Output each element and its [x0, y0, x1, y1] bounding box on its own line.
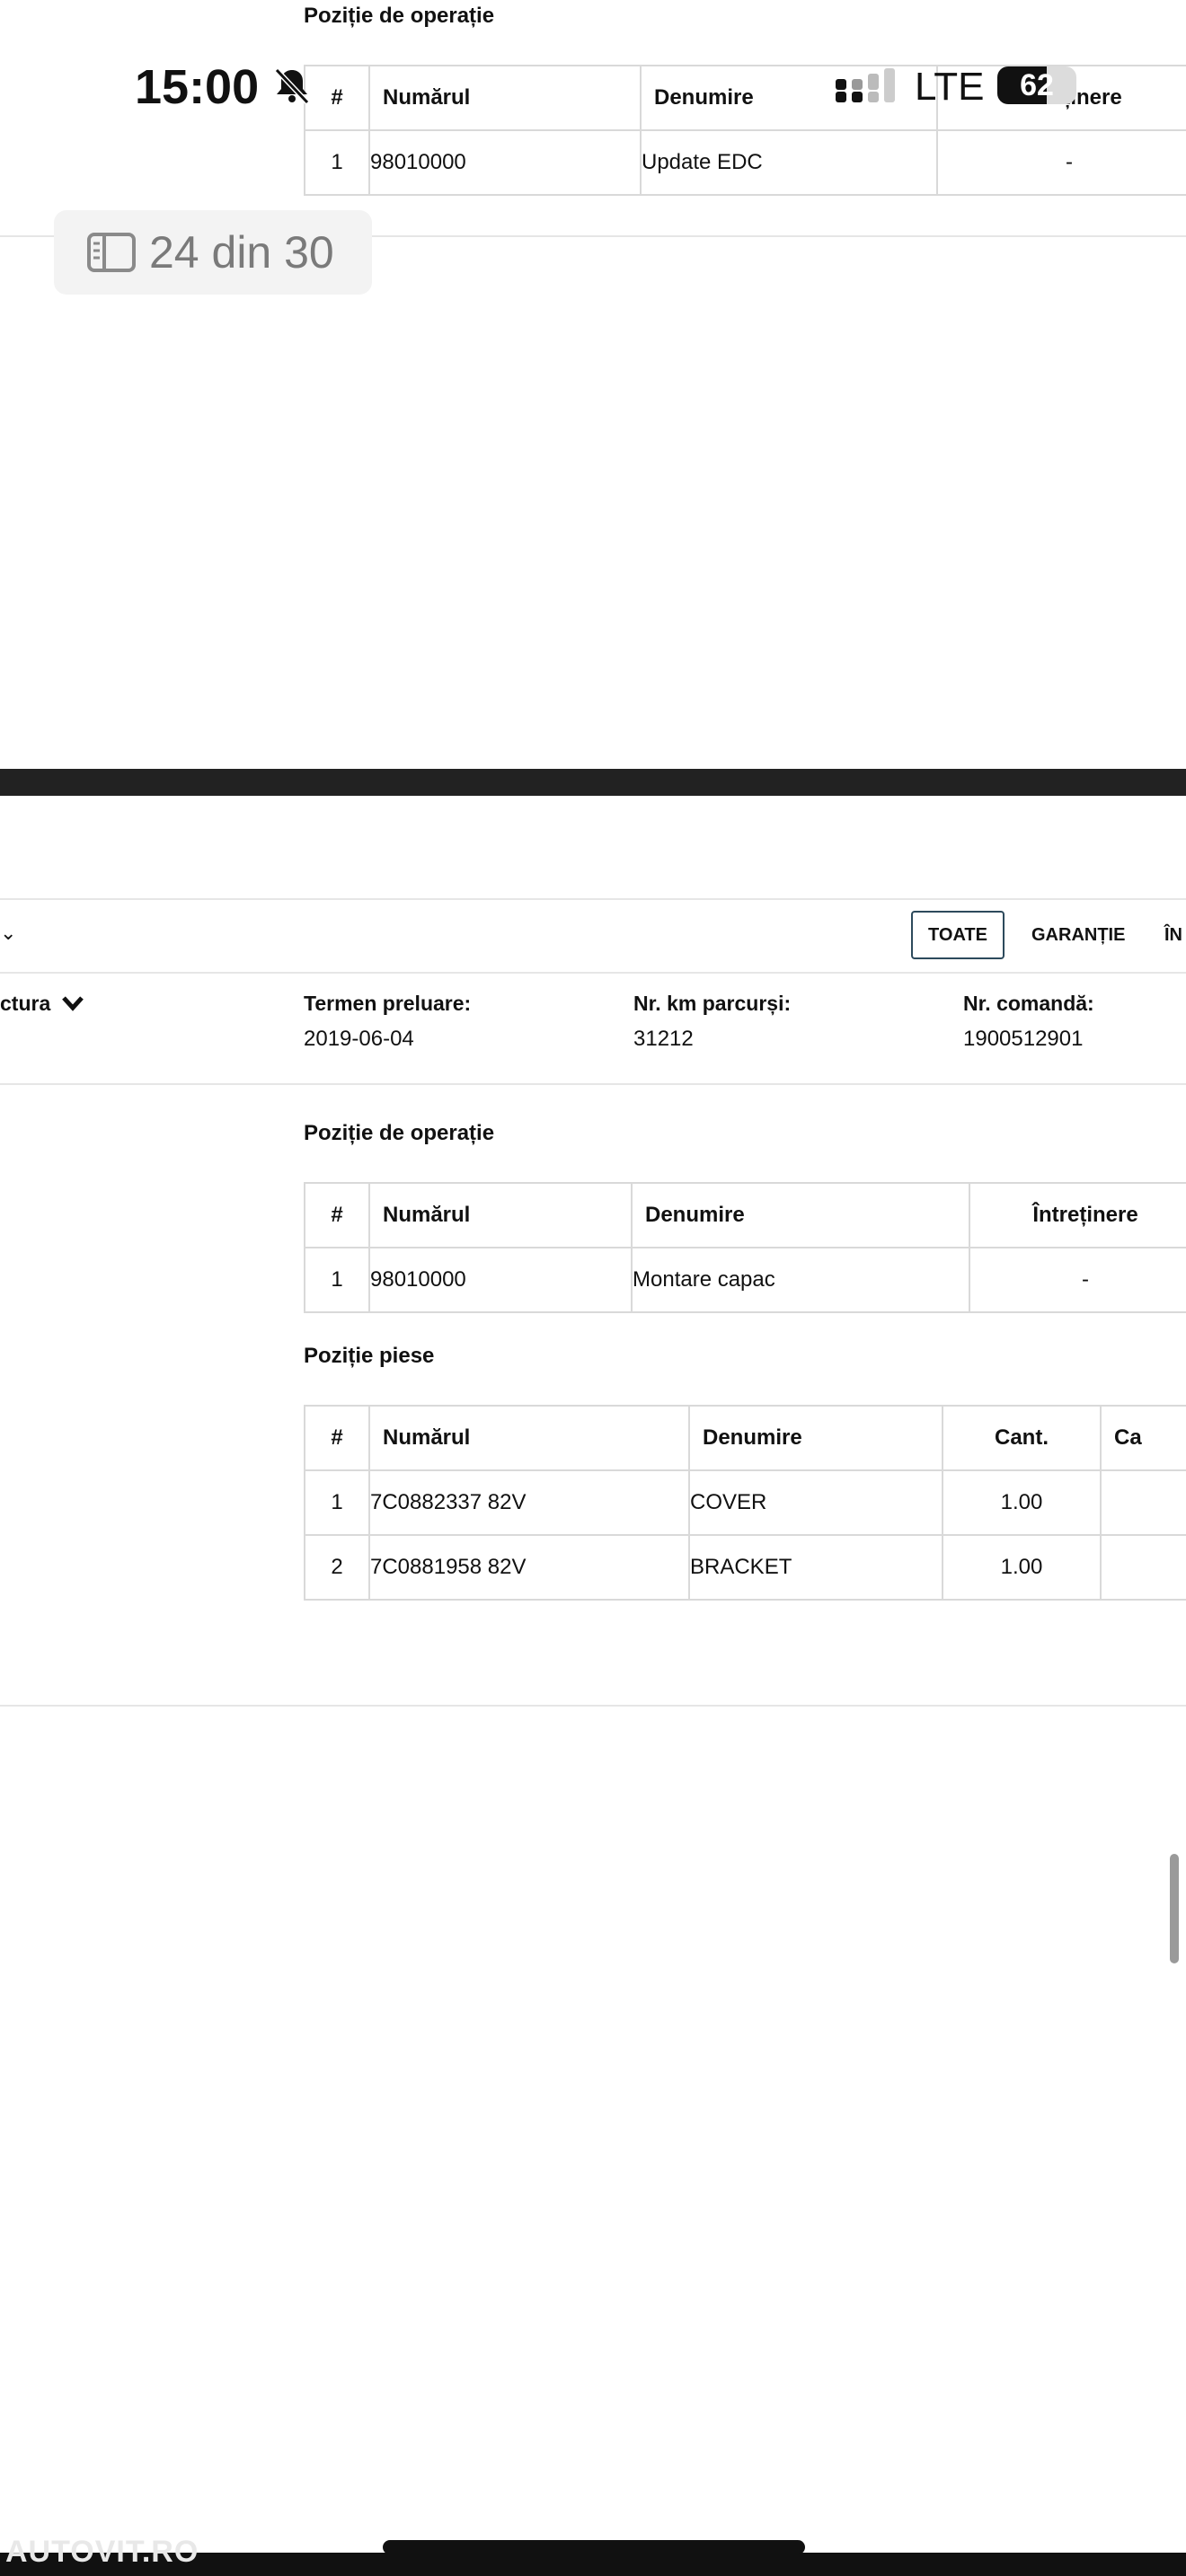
scrollbar-thumb[interactable] — [1170, 1854, 1179, 1963]
table-cell: 7C0881958 82V — [368, 1534, 690, 1601]
table-cell: 1.00 — [942, 1469, 1102, 1536]
photo-counter-label: 24 din 30 — [149, 227, 334, 278]
table-row: 1 98010000 Montare capac - — [304, 1247, 1186, 1313]
divider — [0, 1705, 1186, 1707]
meta-label: Nr. km parcurși: — [633, 992, 792, 1015]
table-cell: 1.00 — [942, 1534, 1102, 1601]
table-cell: 1 — [304, 129, 370, 196]
operations-title: Poziție de operație — [304, 1121, 495, 1145]
table-cell: 7C0882337 82V — [368, 1469, 690, 1536]
meta-km: Nr. km parcurși: 31212 — [633, 992, 791, 1052]
divider — [0, 972, 1186, 974]
meta-pickup-date: Termen preluare: 2019-06-04 — [304, 992, 471, 1052]
table-cell: 98010000 — [368, 1247, 633, 1313]
column-header: # — [304, 65, 370, 131]
meta-value: 31212 — [633, 1027, 694, 1051]
meta-value: 2019-06-04 — [304, 1027, 414, 1051]
table-cell: 1 — [304, 1247, 370, 1313]
battery-icon: 62 — [997, 66, 1076, 104]
operations-table: # Numărul Denumire Întreținere 1 9801000… — [304, 1182, 1186, 1313]
home-indicator[interactable] — [383, 2540, 805, 2554]
table-row: 1 98010000 Update EDC - — [304, 129, 1186, 196]
table-cell: 1 — [304, 1469, 370, 1536]
column-header: Numărul — [368, 65, 642, 131]
table-header-row: # Numărul Denumire Cant. Ca — [304, 1405, 1186, 1471]
column-header: Numărul — [368, 1405, 690, 1471]
invoice-toggle-label: ctura — [0, 992, 51, 1015]
table-cell — [1100, 1534, 1186, 1601]
divider — [0, 1083, 1186, 1085]
partial-caret: ⌄ — [0, 922, 17, 944]
column-header: Ca — [1100, 1405, 1186, 1471]
table-cell: 2 — [304, 1534, 370, 1601]
column-header: Cant. — [942, 1405, 1102, 1471]
chevron-down-icon — [61, 992, 84, 1017]
column-header: Numărul — [368, 1182, 633, 1248]
tab-all-label: TOATE — [928, 924, 987, 945]
parts-title: Poziție piese — [304, 1344, 435, 1368]
signal-icon — [836, 68, 898, 110]
table-header-row: # Numărul Denumire Întreținere — [304, 1182, 1186, 1248]
watermark-text: AUTOVIT.RO — [5, 2535, 199, 2569]
tab-maintenance[interactable]: ÎN — [1164, 925, 1182, 946]
divider — [0, 898, 1186, 900]
table-cell: - — [936, 129, 1186, 196]
sidebar-icon — [86, 230, 137, 275]
column-header: Întreținere — [969, 1182, 1186, 1248]
battery-level: 62 — [1020, 68, 1054, 102]
bell-muted-icon — [271, 65, 313, 110]
meta-order-number: Nr. comandă: 1900512901 — [963, 992, 1094, 1052]
meta-value: 1900512901 — [963, 1027, 1084, 1051]
tab-warranty[interactable]: GARANȚIE — [1031, 925, 1125, 946]
table-cell: 98010000 — [368, 129, 642, 196]
network-type: LTE — [915, 65, 985, 109]
screenshot-separator — [0, 769, 1186, 796]
table-cell — [1100, 1469, 1186, 1536]
table-cell: Update EDC — [640, 129, 938, 196]
table-cell: Montare capac — [631, 1247, 970, 1313]
column-header: # — [304, 1182, 370, 1248]
meta-label: Termen preluare: — [304, 992, 472, 1015]
invoice-toggle[interactable]: ctura — [0, 992, 84, 1017]
meta-label: Nr. comandă: — [963, 992, 1094, 1015]
photo-counter[interactable]: 24 din 30 — [54, 210, 372, 295]
table-cell: COVER — [688, 1469, 943, 1536]
parts-table: # Numărul Denumire Cant. Ca 1 7C0882337 … — [304, 1405, 1186, 1601]
column-header: Denumire — [688, 1405, 943, 1471]
table-cell: - — [969, 1247, 1186, 1313]
table-row: 2 7C0881958 82V BRACKET 1.00 — [304, 1534, 1186, 1601]
table-row: 1 7C0882337 82V COVER 1.00 — [304, 1469, 1186, 1536]
table-cell: BRACKET — [688, 1534, 943, 1601]
column-header: Denumire — [631, 1182, 970, 1248]
tab-all[interactable]: TOATE — [911, 911, 1005, 959]
status-time: 15:00 — [135, 60, 260, 114]
operations-title-top: Poziție de operație — [304, 4, 495, 28]
column-header: # — [304, 1405, 370, 1471]
